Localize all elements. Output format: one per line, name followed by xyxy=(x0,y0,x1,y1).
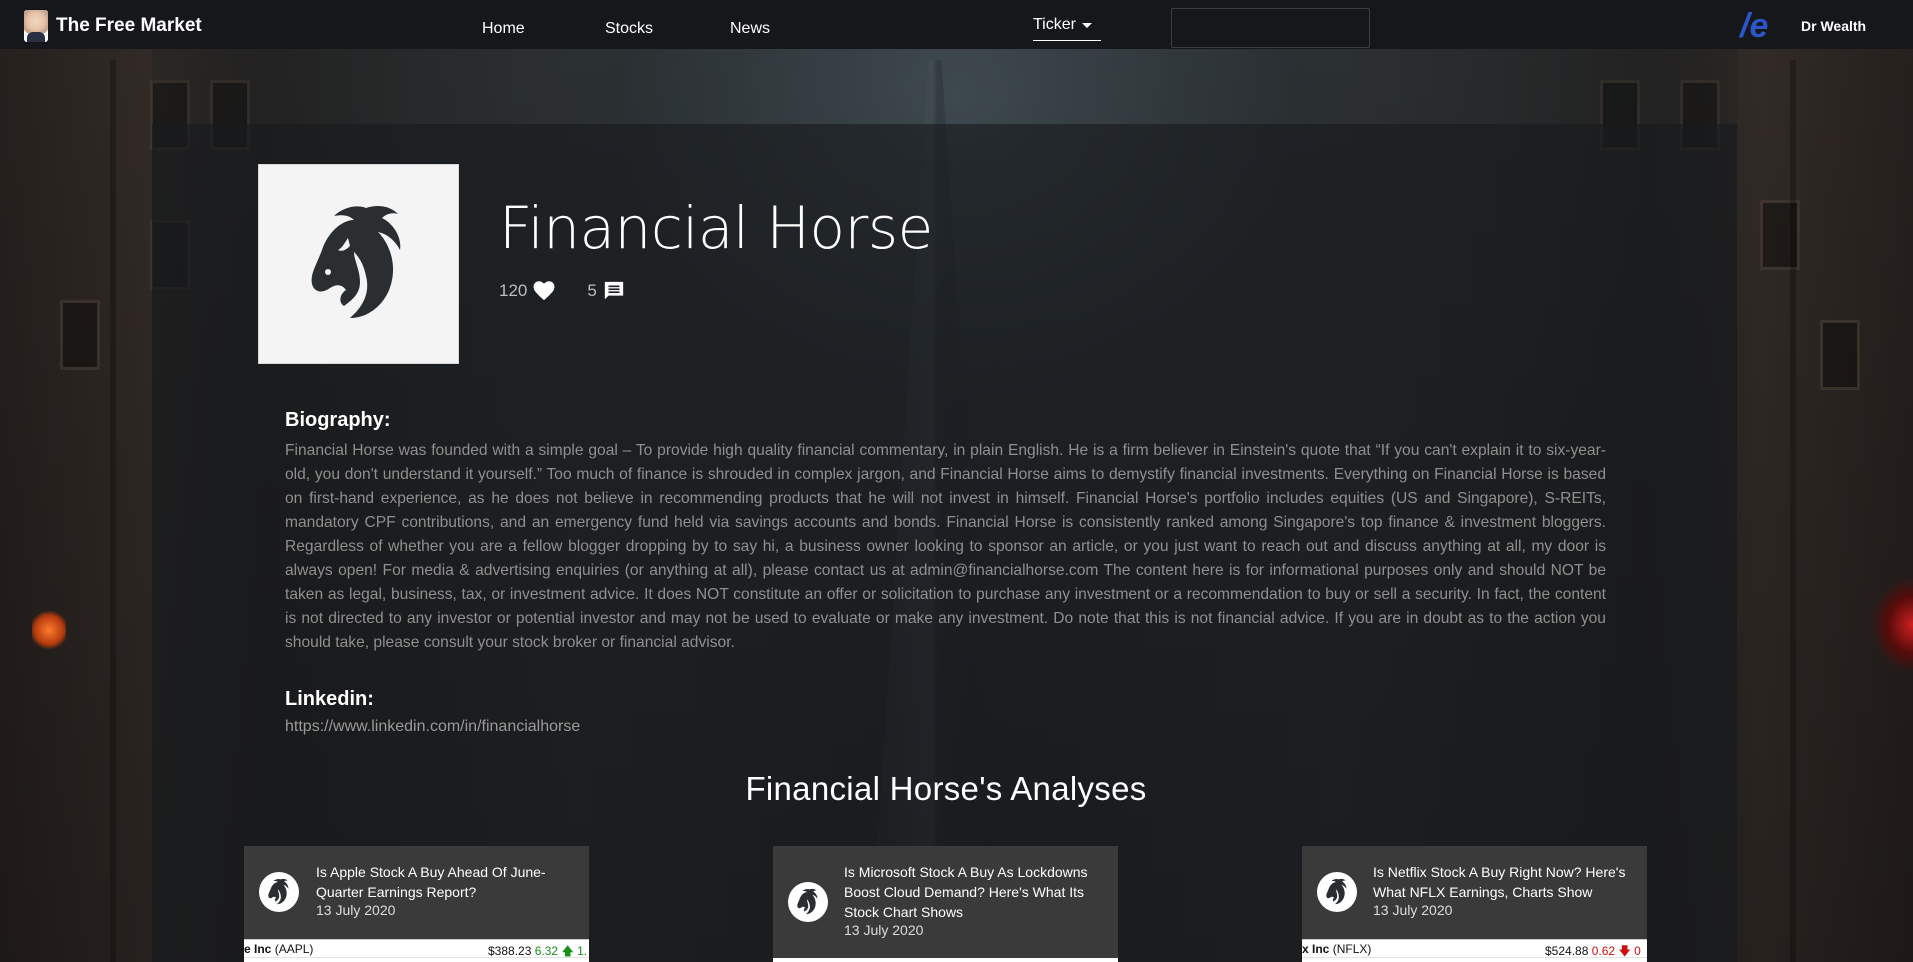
arrow-up-icon: 🡅 xyxy=(561,944,574,958)
ticker-change-pct: 0 xyxy=(1634,944,1641,958)
horse-logo-icon xyxy=(311,206,400,318)
arrow-down-icon: 🡇 xyxy=(1618,944,1631,958)
comment-icon xyxy=(604,281,624,300)
ticker-change: 6.32 xyxy=(534,944,559,958)
profile-stats: 120 5 xyxy=(499,280,657,302)
biography-text: Financial Horse was founded with a simpl… xyxy=(285,442,1606,651)
ticker-price-block: $524.88 0.62 🡇 0 xyxy=(1545,942,1641,962)
analysis-title: Is Apple Stock A Buy Ahead Of June-Quart… xyxy=(316,864,546,900)
user-name[interactable]: Dr Wealth xyxy=(1801,18,1866,34)
profile-name: Financial Horse xyxy=(499,194,933,262)
analysis-date: 13 July 2020 xyxy=(1373,902,1453,918)
ticker-price-block: $388.23 6.32 🡅 1. xyxy=(488,942,587,962)
ticker-widget: x Inc (NFLX) $524.88 0.62 🡇 0 xyxy=(1302,939,1647,962)
horse-logo-icon xyxy=(268,878,289,905)
ticker-chart-line xyxy=(244,957,589,958)
likes-count: 120 xyxy=(499,281,528,300)
ticker-symbol: (AAPL) xyxy=(274,942,314,956)
ticker-symbol: (NFLX) xyxy=(1332,942,1372,956)
author-avatar xyxy=(1317,872,1357,912)
analysis-title: Is Microsoft Stock A Buy As Lockdowns Bo… xyxy=(844,864,1088,920)
caret-down-icon xyxy=(1081,22,1092,28)
navbar: The Free Market Home Stocks News Ticker … xyxy=(0,0,1913,49)
ticker-change-pct: 1. xyxy=(577,944,588,958)
brand[interactable]: The Free Market xyxy=(24,10,202,42)
analysis-date: 13 July 2020 xyxy=(844,922,924,938)
heart-icon xyxy=(533,281,555,301)
author-avatar xyxy=(788,882,828,922)
ticker-price: $388.23 xyxy=(488,944,532,958)
analysis-card-apple[interactable]: Is Apple Stock A Buy Ahead Of June-Quart… xyxy=(244,846,589,962)
comments-stat[interactable]: 5 xyxy=(587,280,624,302)
search-input[interactable] xyxy=(1171,8,1370,48)
biography-heading: Biography: xyxy=(285,409,391,431)
ticker-widget-edge xyxy=(773,958,1118,962)
ticker-price: $524.88 xyxy=(1545,944,1589,958)
analysis-card-microsoft[interactable]: Is Microsoft Stock A Buy As Lockdowns Bo… xyxy=(773,846,1118,962)
ticker-dropdown[interactable]: Ticker xyxy=(1033,16,1101,41)
horse-logo-icon xyxy=(797,888,818,915)
brand-avatar-icon xyxy=(24,10,48,42)
ticker-label: Ticker xyxy=(1033,16,1076,33)
ticker-widget: e Inc (AAPL) $388.23 6.32 🡅 1. xyxy=(244,939,589,962)
analysis-date: 13 July 2020 xyxy=(316,902,396,918)
ticker-chart-line xyxy=(1302,957,1647,958)
comments-count: 5 xyxy=(587,281,597,300)
analysis-card-netflix[interactable]: Is Netflix Stock A Buy Right Now? Here's… xyxy=(1302,846,1647,962)
nav-link-home[interactable]: Home xyxy=(482,20,525,38)
horse-logo-icon xyxy=(1326,878,1347,905)
linkedin-heading: Linkedin: xyxy=(285,688,374,710)
brand-name: The Free Market xyxy=(56,15,202,36)
author-avatar xyxy=(259,872,299,912)
ticker-company-name: x Inc xyxy=(1302,942,1330,956)
analyses-heading: Financial Horse's Analyses xyxy=(745,770,1147,807)
dr-wealth-logo-icon: /e xyxy=(1740,7,1769,45)
nav-link-news[interactable]: News xyxy=(730,20,770,38)
likes-stat[interactable]: 120 xyxy=(499,281,555,301)
ticker-company: x Inc (NFLX) xyxy=(1302,942,1371,956)
ticker-change: 0.62 xyxy=(1591,944,1616,958)
profile-avatar xyxy=(258,164,459,364)
linkedin-link[interactable]: https://www.linkedin.com/in/financialhor… xyxy=(285,718,580,736)
main-content: Financial Horse 120 5 Biography: Financi… xyxy=(0,0,1913,962)
ticker-company-name: e Inc xyxy=(244,942,272,956)
analysis-title: Is Netflix Stock A Buy Right Now? Here's… xyxy=(1373,864,1626,900)
nav-link-stocks[interactable]: Stocks xyxy=(605,20,653,38)
ticker-company: e Inc (AAPL) xyxy=(244,942,313,956)
